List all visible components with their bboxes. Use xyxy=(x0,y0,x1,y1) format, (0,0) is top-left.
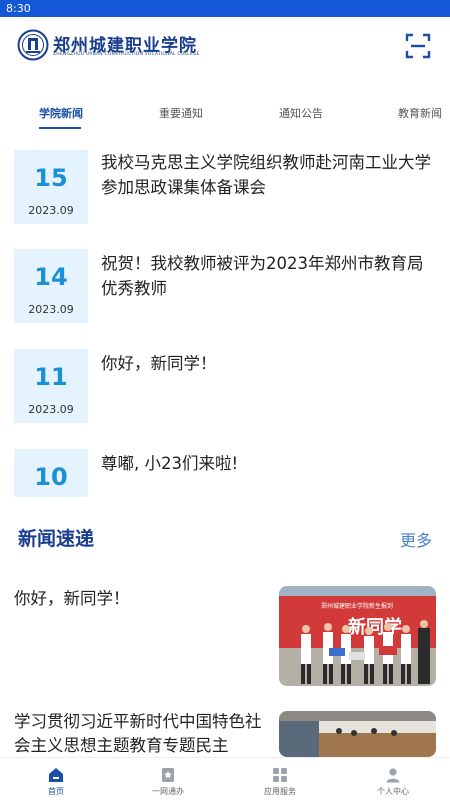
news-list-item[interactable]: 15 2023.09 我校马克思主义学院组织教师赴河南工业大学参加思政课集体备课… xyxy=(0,150,450,226)
nav-home[interactable]: 首页 xyxy=(16,758,96,801)
person-icon xyxy=(386,768,400,783)
date-box: 11 2023.09 xyxy=(14,349,88,423)
status-time: 8:30 xyxy=(6,2,31,15)
tab-important-notices[interactable]: 重要通知 xyxy=(159,105,203,121)
express-item-title: 学习贯彻习近平新时代中国特色社会主义思想主题教育专题民主 xyxy=(14,712,262,755)
news-list-item[interactable]: 14 2023.09 祝贺！我校教师被评为2023年郑州市教育局优秀教师 xyxy=(0,249,450,325)
svg-text:郑州城建职业学院新生报到: 郑州城建职业学院新生报到 xyxy=(321,602,393,610)
news-day: 11 xyxy=(34,363,68,391)
news-day: 14 xyxy=(34,263,68,291)
date-box: 14 2023.09 xyxy=(14,249,88,323)
news-title: 你好，新同学！ xyxy=(101,354,217,373)
home-icon xyxy=(49,768,63,782)
app-header: 郑州城建职业学院 ZHENGZHOU URBAN CONSTRUCTION VO… xyxy=(0,17,450,77)
express-item-title: 你好，新同学！ xyxy=(14,589,130,608)
nav-label: 应用服务 xyxy=(264,787,296,796)
bookmark-icon xyxy=(162,768,174,782)
svg-text:新同学: 新同学 xyxy=(348,616,402,638)
news-list-item[interactable]: 11 2023.09 你好，新同学！ xyxy=(0,349,450,425)
news-title: 尊嘟, 小23们来啦! xyxy=(101,454,239,473)
status-bar: 8:30 xyxy=(0,0,450,17)
more-link[interactable]: 更多 xyxy=(400,527,432,551)
news-photo xyxy=(279,711,436,757)
news-year-month: 2023.09 xyxy=(28,403,74,416)
news-title: 我校马克思主义学院组织教师赴河南工业大学参加思政课集体备课会 xyxy=(101,153,431,197)
tab-announcements[interactable]: 通知公告 xyxy=(279,105,323,121)
news-year-month: 2023.09 xyxy=(28,204,74,217)
date-box: 15 2023.09 xyxy=(14,150,88,224)
news-list-item[interactable]: 10 尊嘟, 小23们来啦! xyxy=(0,449,450,497)
news-tabs: 学院新闻 重要通知 通知公告 教育新闻 xyxy=(0,95,450,131)
active-tab-indicator xyxy=(39,127,81,129)
news-day: 10 xyxy=(34,463,68,491)
news-day: 15 xyxy=(34,164,68,192)
nav-one-stop-service[interactable]: 一网通办 xyxy=(128,758,208,801)
college-logo: 郑州城建职业学院 ZHENGZHOU URBAN CONSTRUCTION VO… xyxy=(17,29,199,63)
college-emblem-icon xyxy=(17,29,49,61)
scan-icon[interactable] xyxy=(405,33,431,59)
tab-college-news[interactable]: 学院新闻 xyxy=(39,105,83,121)
nav-label: 一网通办 xyxy=(152,787,184,796)
nav-label: 个人中心 xyxy=(377,787,409,796)
news-photo: 郑州城建职业学院新生报到 新同学 xyxy=(279,586,436,686)
nav-personal-center[interactable]: 个人中心 xyxy=(353,758,433,801)
news-year-month: 2023.09 xyxy=(28,303,74,316)
section-title-news-express: 新闻速递 xyxy=(18,528,95,550)
bottom-nav: 首页 一网通办 应用服务 个人中心 xyxy=(0,757,450,801)
grid-icon xyxy=(273,768,287,782)
college-name-en: ZHENGZHOU URBAN CONSTRUCTION VOCATIONAL … xyxy=(53,52,200,57)
nav-label: 首页 xyxy=(48,787,64,796)
date-box: 10 xyxy=(14,449,88,497)
news-title: 祝贺！我校教师被评为2023年郑州市教育局优秀教师 xyxy=(101,254,424,298)
tab-education-news[interactable]: 教育新闻 xyxy=(398,105,442,121)
nav-app-services[interactable]: 应用服务 xyxy=(240,758,320,801)
